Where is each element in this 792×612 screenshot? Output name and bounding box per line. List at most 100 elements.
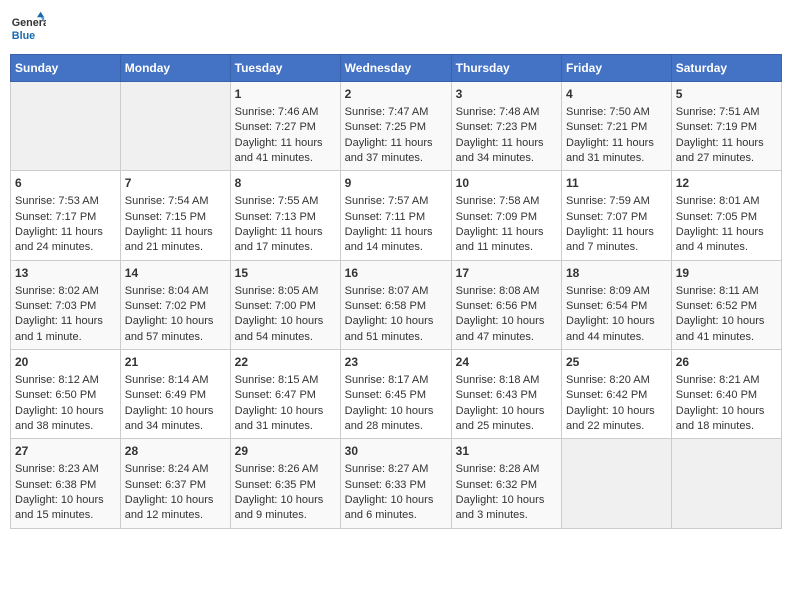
daylight-text: Daylight: 11 hours and 21 minutes. (125, 225, 226, 256)
day-number: 22 (235, 354, 336, 371)
calendar-table: SundayMondayTuesdayWednesdayThursdayFrid… (10, 54, 782, 529)
calendar-week-row: 20Sunrise: 8:12 AMSunset: 6:50 PMDayligh… (11, 350, 782, 439)
calendar-cell: 10Sunrise: 7:58 AMSunset: 7:09 PMDayligh… (451, 171, 561, 260)
calendar-cell: 7Sunrise: 7:54 AMSunset: 7:15 PMDaylight… (120, 171, 230, 260)
daylight-text: Daylight: 11 hours and 7 minutes. (566, 225, 667, 256)
sunrise-text: Sunrise: 8:21 AM (676, 373, 777, 388)
sunrise-text: Sunrise: 8:09 AM (566, 284, 667, 299)
daylight-text: Daylight: 11 hours and 4 minutes. (676, 225, 777, 256)
calendar-cell: 24Sunrise: 8:18 AMSunset: 6:43 PMDayligh… (451, 350, 561, 439)
daylight-text: Daylight: 10 hours and 34 minutes. (125, 404, 226, 435)
day-of-week-header: Friday (562, 55, 672, 82)
day-number: 6 (15, 175, 116, 192)
calendar-cell: 2 Sunrise: 7:47 AMSunset: 7:25 PMDaylight… (340, 82, 451, 171)
calendar-cell: 27Sunrise: 8:23 AMSunset: 6:38 PMDayligh… (11, 439, 121, 528)
daylight-text: Daylight: 11 hours and 41 minutes. (235, 136, 336, 167)
calendar-cell: 3Sunrise: 7:48 AMSunset: 7:23 PMDaylight… (451, 82, 561, 171)
sunrise-text: Sunrise: 7:57 AM (345, 194, 447, 209)
day-number: 10 (456, 175, 557, 192)
sunrise-text: Sunrise: 8:12 AM (15, 373, 116, 388)
sunset-text: Sunset: 7:03 PM (15, 299, 116, 314)
daylight-text: Daylight: 11 hours and 1 minute. (15, 314, 116, 345)
calendar-cell: 21Sunrise: 8:14 AMSunset: 6:49 PMDayligh… (120, 350, 230, 439)
calendar-cell: 28 Sunrise: 8:24 AMSunset: 6:37 PMDayligh… (120, 439, 230, 528)
calendar-header-row: SundayMondayTuesdayWednesdayThursdayFrid… (11, 55, 782, 82)
day-number: 12 (676, 175, 777, 192)
daylight-text: Daylight: 11 hours and 34 minutes. (456, 136, 557, 167)
day-number: 24 (456, 354, 557, 371)
calendar-cell (562, 439, 672, 528)
sunset-text: Sunset: 6:56 PM (456, 299, 557, 314)
day-number: 17 (456, 265, 557, 282)
sunrise-text: Sunrise: 8:26 AM (235, 462, 336, 477)
calendar-cell: 23Sunrise: 8:17 AMSunset: 6:45 PMDayligh… (340, 350, 451, 439)
sunset-text: Sunset: 7:15 PM (125, 210, 226, 225)
sunset-text: Sunset: 7:07 PM (566, 210, 667, 225)
daylight-text: Daylight: 10 hours and 25 minutes. (456, 404, 557, 435)
calendar-cell: 20Sunrise: 8:12 AMSunset: 6:50 PMDayligh… (11, 350, 121, 439)
sunset-text: Sunset: 7:27 PM (235, 120, 336, 135)
sunrise-text: Sunrise: 8:15 AM (235, 373, 336, 388)
daylight-text: Daylight: 10 hours and 6 minutes. (345, 493, 447, 524)
sunset-text: Sunset: 7:00 PM (235, 299, 336, 314)
day-number: 28 (125, 443, 226, 460)
sunset-text: Sunset: 6:43 PM (456, 388, 557, 403)
sunset-text: Sunset: 6:54 PM (566, 299, 667, 314)
sunrise-text: Sunrise: 7:55 AM (235, 194, 336, 209)
day-number: 20 (15, 354, 116, 371)
day-number: 4 (566, 86, 667, 103)
calendar-cell: 6Sunrise: 7:53 AMSunset: 7:17 PMDaylight… (11, 171, 121, 260)
daylight-text: Daylight: 10 hours and 41 minutes. (676, 314, 777, 345)
sunrise-text: Sunrise: 8:08 AM (456, 284, 557, 299)
day-number: 18 (566, 265, 667, 282)
sunset-text: Sunset: 7:05 PM (676, 210, 777, 225)
sunset-text: Sunset: 6:32 PM (456, 478, 557, 493)
sunrise-text: Sunrise: 7:53 AM (15, 194, 116, 209)
calendar-cell: 16Sunrise: 8:07 AMSunset: 6:58 PMDayligh… (340, 260, 451, 349)
calendar-cell: 17Sunrise: 8:08 AMSunset: 6:56 PMDayligh… (451, 260, 561, 349)
sunset-text: Sunset: 7:25 PM (345, 120, 447, 135)
sunset-text: Sunset: 6:37 PM (125, 478, 226, 493)
calendar-cell: 14Sunrise: 8:04 AMSunset: 7:02 PMDayligh… (120, 260, 230, 349)
day-number: 9 (345, 175, 447, 192)
sunrise-text: Sunrise: 7:54 AM (125, 194, 226, 209)
day-number: 19 (676, 265, 777, 282)
calendar-cell: 13Sunrise: 8:02 AMSunset: 7:03 PMDayligh… (11, 260, 121, 349)
calendar-cell: 11 Sunrise: 7:59 AMSunset: 7:07 PMDayligh… (562, 171, 672, 260)
daylight-text: Daylight: 10 hours and 9 minutes. (235, 493, 336, 524)
day-of-week-header: Wednesday (340, 55, 451, 82)
day-number: 2 (345, 86, 447, 103)
calendar-cell: 9Sunrise: 7:57 AMSunset: 7:11 PMDaylight… (340, 171, 451, 260)
calendar-week-row: 13Sunrise: 8:02 AMSunset: 7:03 PMDayligh… (11, 260, 782, 349)
calendar-week-row: 27Sunrise: 8:23 AMSunset: 6:38 PMDayligh… (11, 439, 782, 528)
sunrise-text: Sunrise: 8:11 AM (676, 284, 777, 299)
svg-text:General: General (12, 17, 46, 29)
daylight-text: Daylight: 10 hours and 12 minutes. (125, 493, 226, 524)
sunset-text: Sunset: 6:45 PM (345, 388, 447, 403)
sunrise-text: Sunrise: 7:50 AM (566, 105, 667, 120)
sunset-text: Sunset: 7:23 PM (456, 120, 557, 135)
sunrise-text: Sunrise: 7:51 AM (676, 105, 777, 120)
day-number: 15 (235, 265, 336, 282)
day-of-week-header: Thursday (451, 55, 561, 82)
daylight-text: Daylight: 10 hours and 51 minutes. (345, 314, 447, 345)
sunrise-text: Sunrise: 7:59 AM (566, 194, 667, 209)
day-number: 26 (676, 354, 777, 371)
day-of-week-header: Tuesday (230, 55, 340, 82)
calendar-cell: 12Sunrise: 8:01 AMSunset: 7:05 PMDayligh… (671, 171, 781, 260)
daylight-text: Daylight: 11 hours and 37 minutes. (345, 136, 447, 167)
sunrise-text: Sunrise: 8:17 AM (345, 373, 447, 388)
sunrise-text: Sunrise: 7:47 AM (345, 105, 447, 120)
daylight-text: Daylight: 10 hours and 44 minutes. (566, 314, 667, 345)
day-number: 3 (456, 86, 557, 103)
daylight-text: Daylight: 10 hours and 31 minutes. (235, 404, 336, 435)
sunrise-text: Sunrise: 8:28 AM (456, 462, 557, 477)
sunrise-text: Sunrise: 8:24 AM (125, 462, 226, 477)
day-number: 11 (566, 175, 667, 192)
calendar-cell: 18 Sunrise: 8:09 AMSunset: 6:54 PMDayligh… (562, 260, 672, 349)
sunset-text: Sunset: 6:52 PM (676, 299, 777, 314)
sunrise-text: Sunrise: 8:04 AM (125, 284, 226, 299)
day-number: 30 (345, 443, 447, 460)
daylight-text: Daylight: 10 hours and 54 minutes. (235, 314, 336, 345)
daylight-text: Daylight: 11 hours and 24 minutes. (15, 225, 116, 256)
